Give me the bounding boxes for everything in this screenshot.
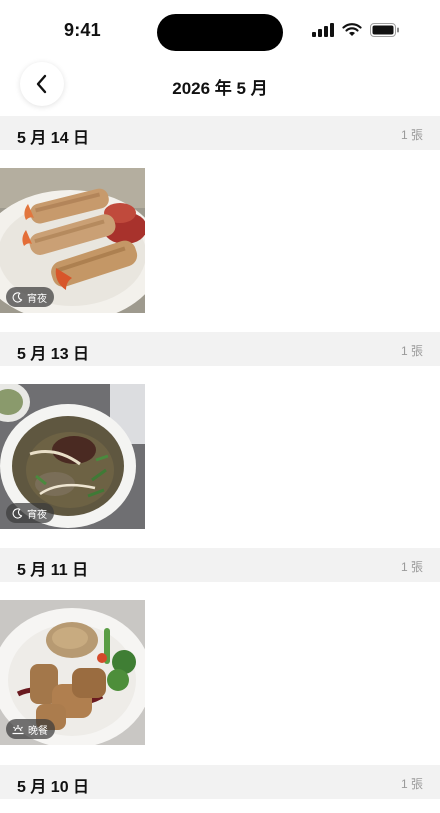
meal-label: 宵夜 (27, 293, 47, 305)
meal-badge: 晚餐 (6, 719, 55, 739)
section-count: 1 張 (400, 560, 423, 574)
status-icons (312, 23, 400, 37)
status-time: 9:41 (64, 20, 101, 40)
food-photo[interactable]: 宵夜 (0, 384, 145, 529)
wifi-icon (342, 23, 362, 36)
food-photo[interactable]: 晚餐 (0, 600, 145, 745)
section-count: 1 張 (400, 777, 423, 791)
dynamic-island (157, 14, 283, 51)
section-header: 5 月 14 日 1 張 (0, 116, 440, 150)
sunset-icon (12, 724, 24, 734)
moon-icon (12, 291, 23, 303)
section-header: 5 月 10 日 1 張 (0, 765, 440, 799)
signal-icon (312, 23, 334, 37)
section-date: 5 月 13 日 (17, 346, 90, 363)
food-photo[interactable]: 宵夜 (0, 168, 145, 313)
section-count: 1 張 (400, 344, 423, 358)
meal-badge: 宵夜 (6, 287, 54, 307)
section-date: 5 月 10 日 (17, 779, 90, 796)
section-date: 5 月 14 日 (17, 130, 90, 147)
section-header: 5 月 13 日 1 張 (0, 332, 440, 366)
section-date: 5 月 11 日 (17, 562, 89, 579)
moon-icon (12, 507, 23, 519)
meal-label: 晚餐 (28, 725, 48, 737)
section-count: 1 張 (400, 128, 423, 142)
page-title: 2026 年 5 月 (172, 79, 268, 98)
battery-icon (370, 23, 399, 37)
section-header: 5 月 11 日 1 張 (0, 548, 440, 582)
header: 2026 年 5 月 (0, 62, 440, 114)
status-bar: 9:41 (0, 0, 440, 62)
meal-label: 宵夜 (27, 509, 47, 521)
meal-badge: 宵夜 (6, 503, 54, 523)
